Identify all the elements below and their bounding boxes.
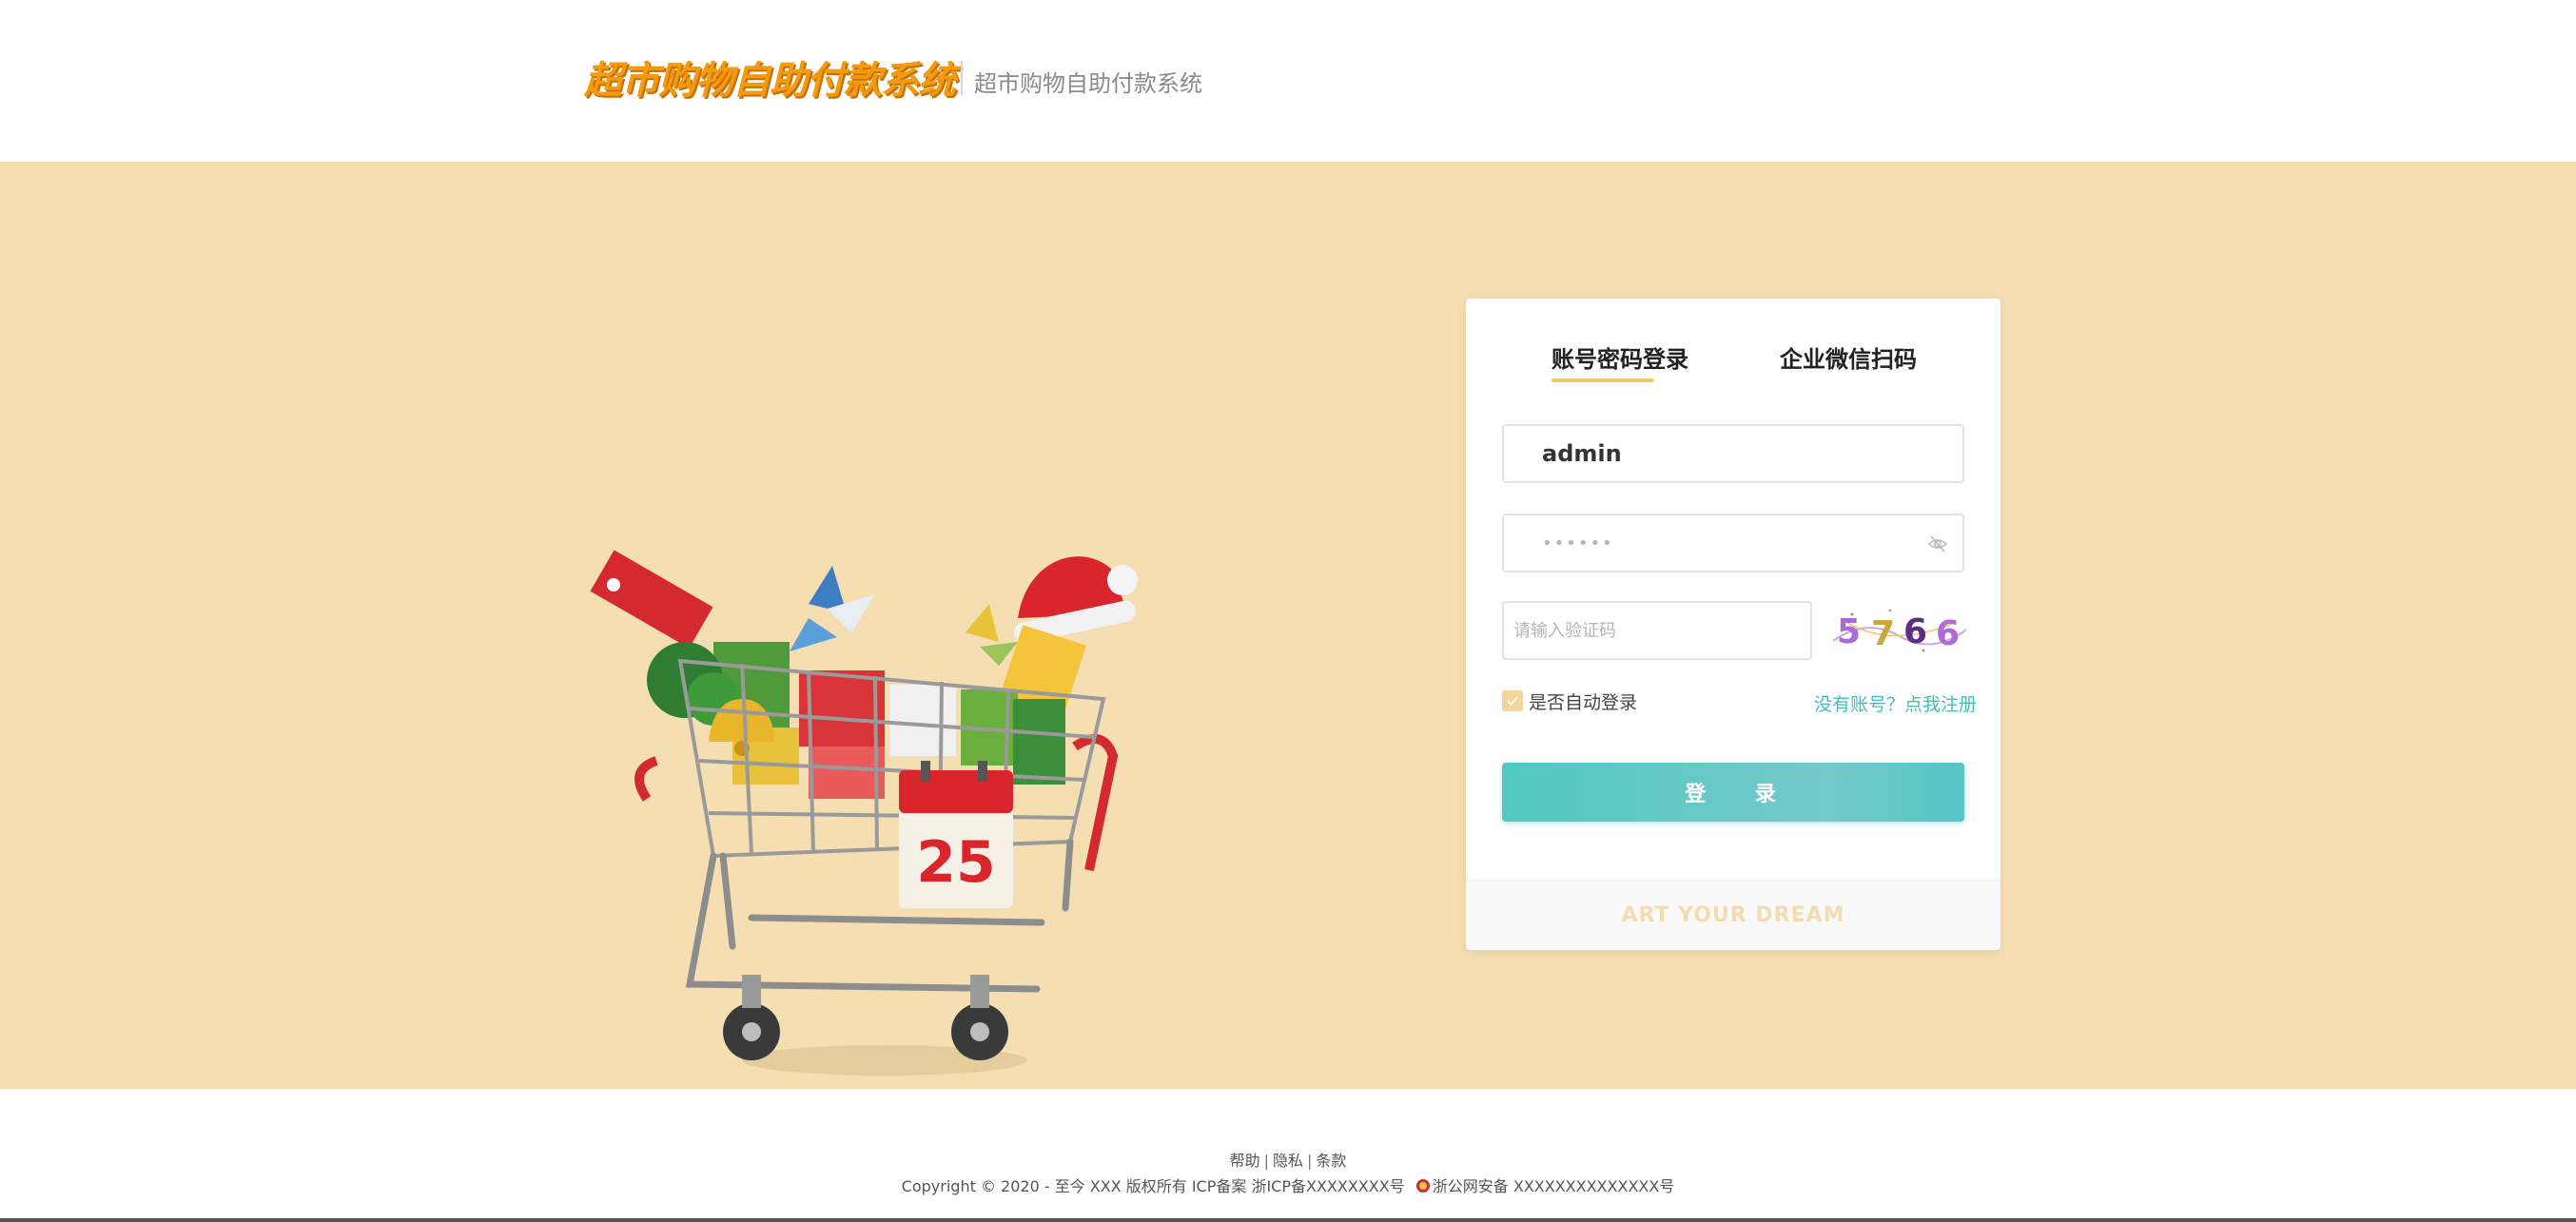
eye-off-icon[interactable] (1926, 533, 1949, 555)
page-footer: 帮助 | 隐私 | 条款 Copyright © 2020 - 至今 XXX 版权所有 … (0, 1089, 2576, 1222)
police-badge-icon (1415, 1179, 1430, 1193)
active-tab-indicator (1551, 378, 1654, 382)
card-footer-slogan: ART YOUR DREAM (1621, 903, 1845, 927)
shopping-cart-illustration: 25 (590, 550, 1138, 1076)
captcha-char: 7 (1871, 614, 1895, 653)
footer-link-privacy[interactable]: 隐私 (1273, 1152, 1303, 1170)
footer-link-terms[interactable]: 条款 (1316, 1152, 1346, 1170)
header-subtitle: 超市购物自助付款系统 (974, 70, 1202, 97)
logo[interactable]: 超市购物自助付款系统 (584, 49, 956, 105)
footer-links: 帮助 | 隐私 | 条款 (0, 1148, 2576, 1171)
police-record-text[interactable]: 浙公网安备 XXXXXXXXXXXXXX号 (1433, 1177, 1675, 1195)
captcha-char: 5 (1837, 612, 1861, 651)
card-footer: ART YOUR DREAM (1466, 880, 2000, 950)
password-input[interactable] (1504, 515, 1962, 571)
login-banner: 25 (0, 162, 2576, 1089)
login-card: 账号密码登录 企业微信扫码 5 7 6 6 (1466, 299, 2000, 950)
register-link[interactable]: 没有账号？点我注册 (1814, 690, 1977, 716)
captcha-input[interactable] (1504, 603, 1810, 658)
footer-separator: | (1263, 1152, 1269, 1170)
username-field[interactable] (1502, 424, 1964, 483)
password-field[interactable] (1502, 514, 1964, 572)
footer-link-help[interactable]: 帮助 (1230, 1152, 1260, 1170)
bottom-border (0, 1218, 2576, 1222)
captcha-char: 6 (1936, 614, 1960, 653)
auto-login-option[interactable]: 是否自动登录 (1502, 689, 1637, 713)
tab-account-password[interactable]: 账号密码登录 (1551, 340, 1688, 374)
tab-wechat-scan[interactable]: 企业微信扫码 (1780, 340, 1917, 374)
header-divider (961, 61, 963, 95)
calendar-day: 25 (916, 829, 996, 896)
captcha-char: 6 (1903, 612, 1927, 651)
check-icon (1507, 696, 1518, 706)
page-header: 超市购物自助付款系统 超市购物自助付款系统 (0, 0, 2576, 162)
footer-copyright-line: Copyright © 2020 - 至今 XXX 版权所有 ICP备案 浙IC… (0, 1174, 2576, 1196)
footer-separator: | (1307, 1152, 1313, 1170)
login-button[interactable]: 登 录 (1502, 763, 1964, 822)
auto-login-checkbox[interactable] (1502, 690, 1523, 711)
auto-login-label: 是否自动登录 (1529, 691, 1638, 713)
captcha-image[interactable]: 5 7 6 6 (1833, 603, 1966, 658)
copyright-text: Copyright © 2020 - 至今 XXX 版权所有 ICP备案 浙IC… (901, 1177, 1405, 1195)
captcha-field[interactable] (1502, 601, 1812, 660)
username-input[interactable] (1504, 426, 1962, 481)
